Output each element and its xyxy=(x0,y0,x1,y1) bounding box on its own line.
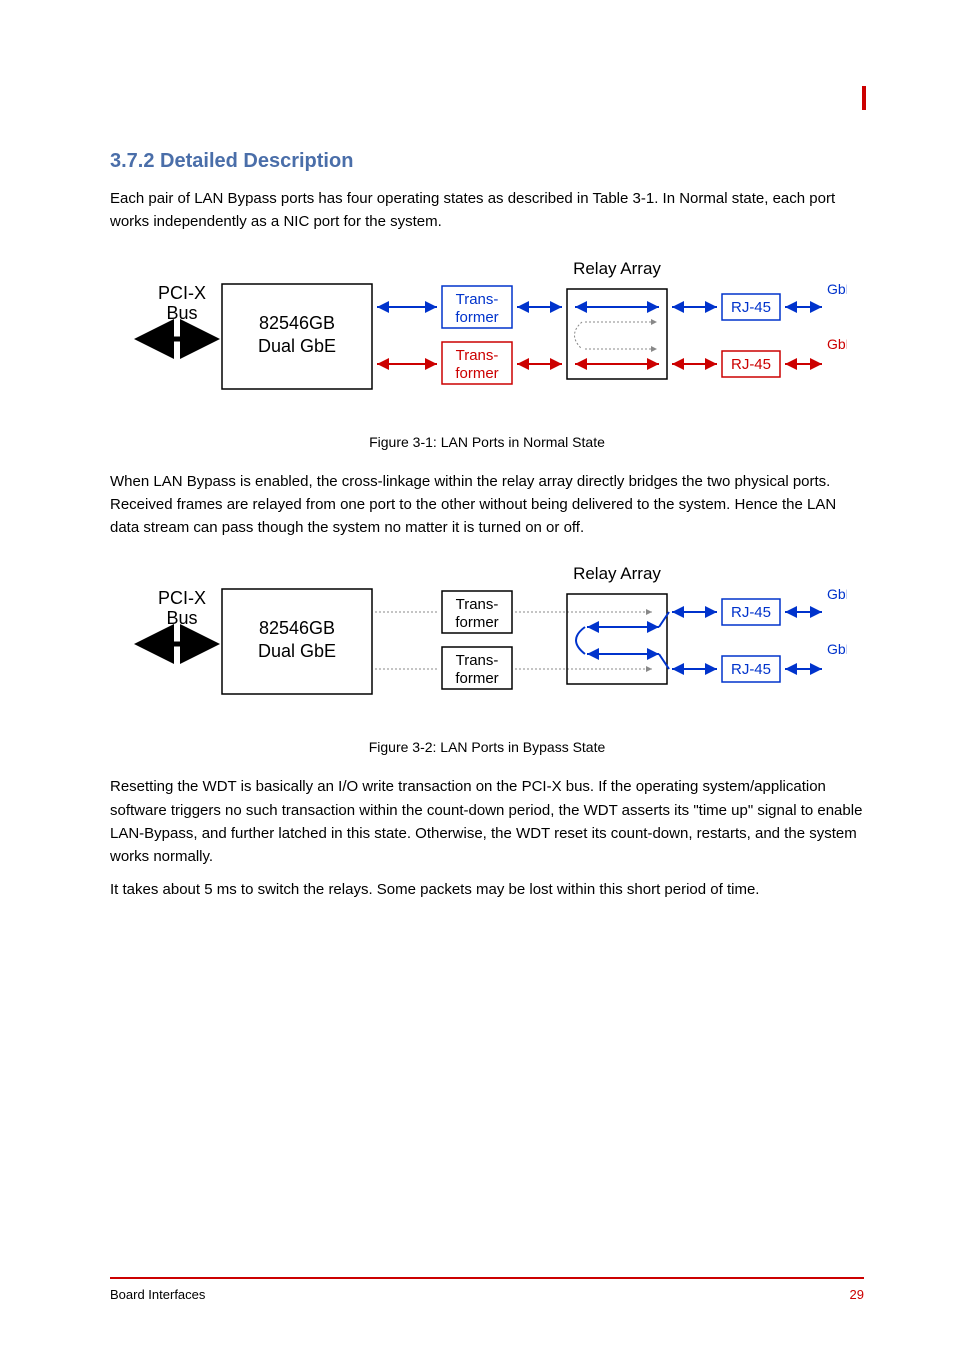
paragraph-3: Resetting the WDT is basically an I/O wr… xyxy=(110,775,864,868)
trans2-l2: former xyxy=(455,365,498,382)
diagram-bypass-state: PCI-X Bus 82546GB Dual GbE Trans- former… xyxy=(127,549,847,729)
gbe2-label: GbE #2 xyxy=(827,336,847,352)
page-footer: Board Interfaces 29 xyxy=(110,1277,864,1302)
page-content: 3.7.2 Detailed Description Each pair of … xyxy=(0,0,954,902)
trans1-l2: former xyxy=(455,309,498,326)
relay-box-b xyxy=(567,594,667,684)
pcix-label-2: Bus xyxy=(166,303,197,323)
chip-label-2: Dual GbE xyxy=(258,336,336,356)
relay-box xyxy=(567,289,667,379)
figure-caption-1: Figure 3-1: LAN Ports in Normal State xyxy=(110,434,864,450)
trans2b-l2: former xyxy=(455,670,498,687)
gbe1-label: GbE #1 xyxy=(827,281,847,297)
rj45-label-1b: RJ-45 xyxy=(731,604,771,621)
figure-caption-2: Figure 3-2: LAN Ports in Bypass State xyxy=(110,739,864,755)
paragraph-1: Each pair of LAN Bypass ports has four o… xyxy=(110,187,864,234)
trans2-l1: Trans- xyxy=(456,347,499,364)
relay-cross-dot xyxy=(575,322,583,349)
pcix-label-1: PCI-X xyxy=(158,283,206,303)
pcix-label-1b: PCI-X xyxy=(158,588,206,608)
chip-label-1: 82546GB xyxy=(259,313,335,333)
paragraph-4: It takes about 5 ms to switch the relays… xyxy=(110,878,864,901)
footer-divider xyxy=(110,1277,864,1279)
footer-section-name: Board Interfaces xyxy=(110,1287,205,1302)
pcix-label-2b: Bus xyxy=(166,608,197,628)
trans2b-l1: Trans- xyxy=(456,652,499,669)
rj45-label-2b: RJ-45 xyxy=(731,661,771,678)
relay-label-b: Relay Array xyxy=(573,564,661,583)
diagram-normal-state: PCI-X Bus 82546GB Dual GbE Trans- former… xyxy=(127,244,847,424)
gbe1-label-b: GbE #1 xyxy=(827,586,847,602)
chip-label-1b: 82546GB xyxy=(259,618,335,638)
trans1-l1: Trans- xyxy=(456,291,499,308)
section-number: 3.7.2 xyxy=(110,150,154,172)
relay-label: Relay Array xyxy=(573,259,661,278)
paragraph-2: When LAN Bypass is enabled, the cross-li… xyxy=(110,470,864,540)
section-title-text: Detailed Description xyxy=(160,150,353,172)
trans1b-l1: Trans- xyxy=(456,596,499,613)
rj45-label-2: RJ-45 xyxy=(731,356,771,373)
chip-label-2b: Dual GbE xyxy=(258,641,336,661)
footer-page-number: 29 xyxy=(850,1287,864,1302)
rj45-label-1: RJ-45 xyxy=(731,299,771,316)
section-heading: 3.7.2 Detailed Description xyxy=(110,150,864,173)
gbe2-label-b: GbE #2 xyxy=(827,641,847,657)
trans1b-l2: former xyxy=(455,614,498,631)
relay-cross-blue xyxy=(576,627,585,654)
page-accent-bar xyxy=(862,86,866,110)
